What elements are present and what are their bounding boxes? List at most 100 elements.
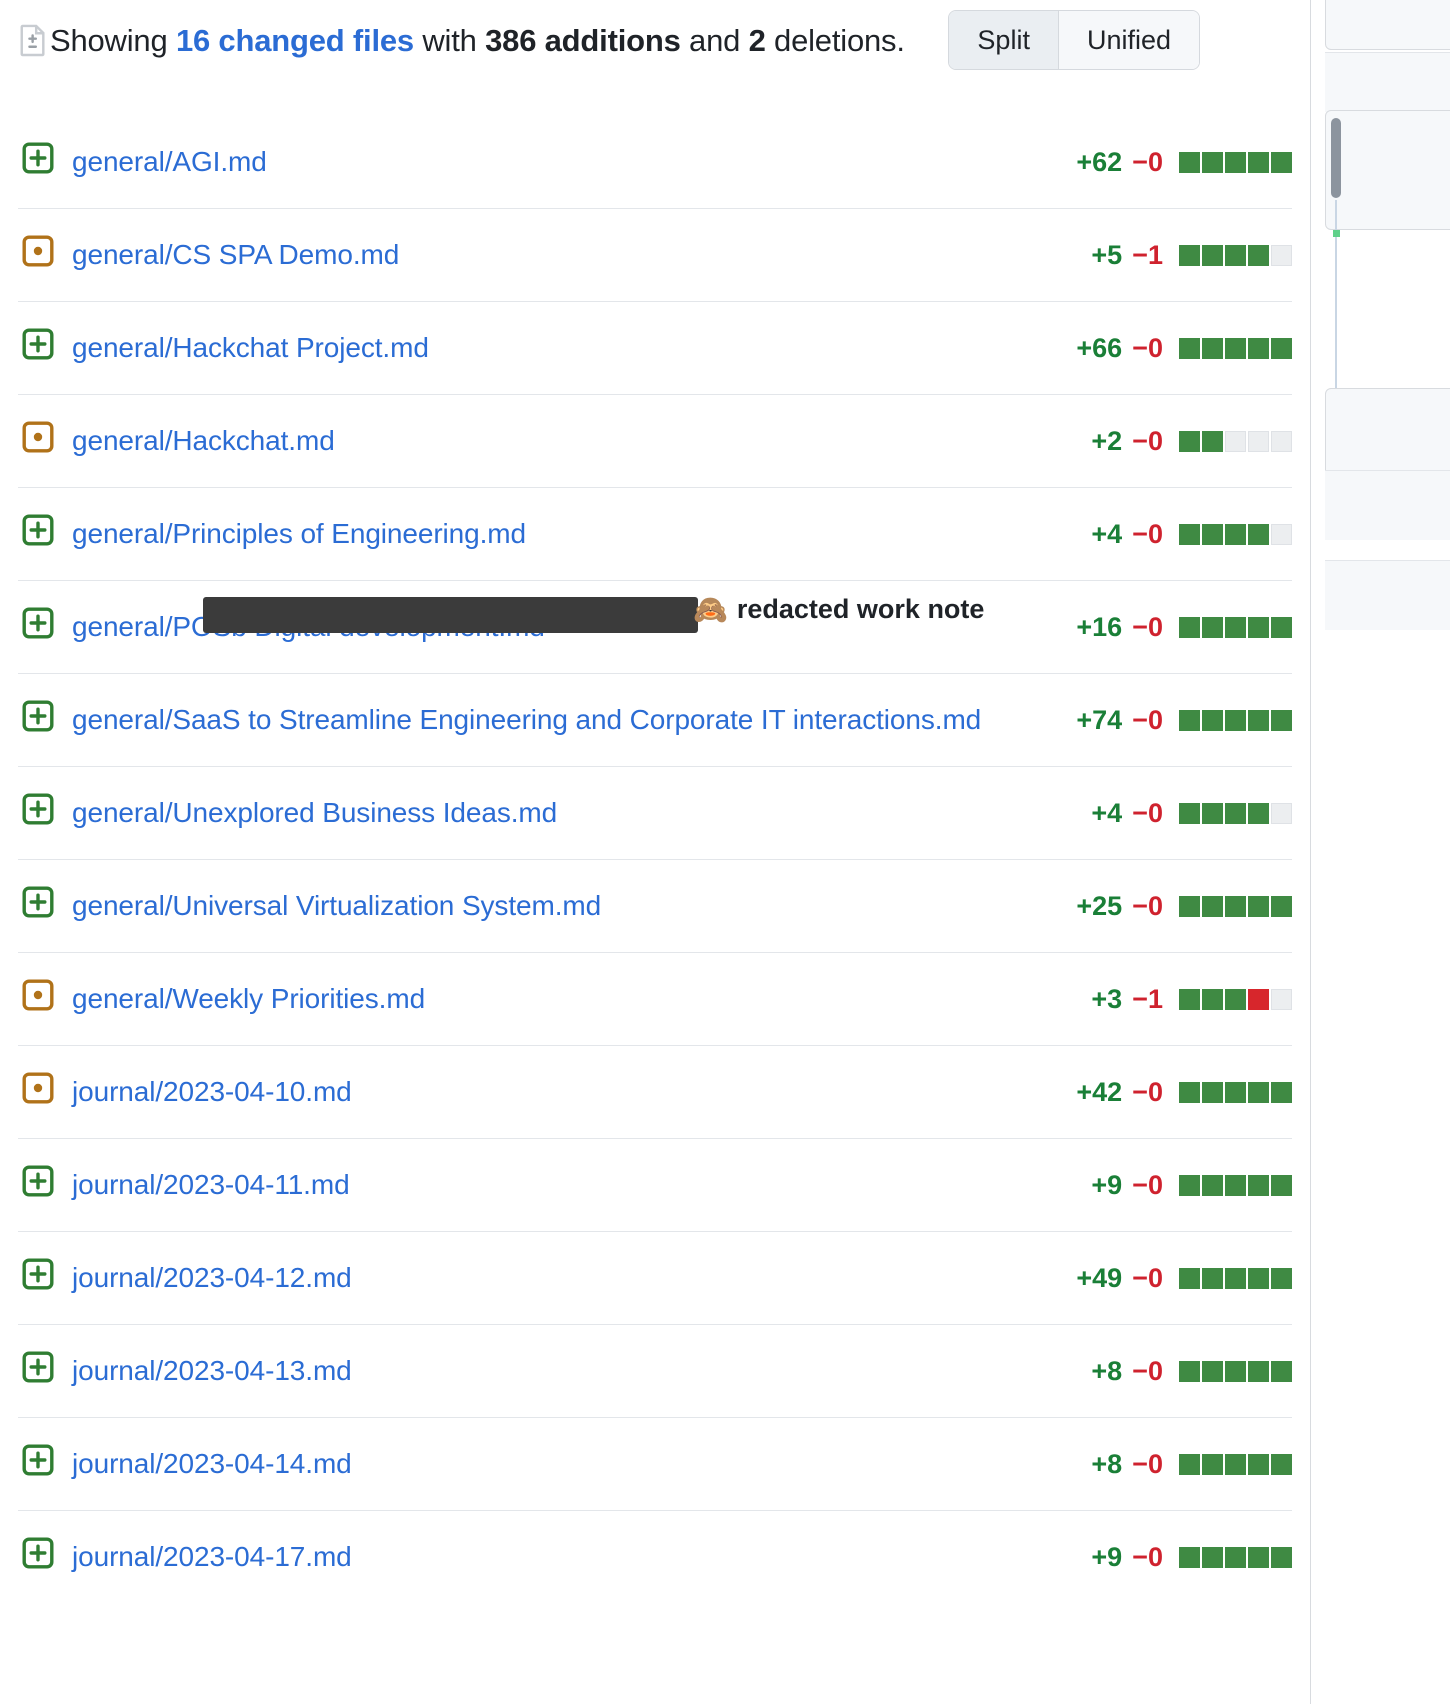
file-path-link[interactable]: general/Hackchat.md <box>72 417 1091 465</box>
changed-file-row[interactable]: journal/2023-04-12.md+49−0 <box>18 1231 1292 1324</box>
diffstat-block-added <box>1225 803 1246 824</box>
diffstat-deletions: −0 <box>1132 512 1163 556</box>
changed-file-row[interactable]: general/Weekly Priorities.md+3−1 <box>18 952 1292 1045</box>
diffstat-block-added <box>1179 338 1200 359</box>
file-path-link[interactable]: general/Unexplored Business Ideas.md <box>72 789 1091 837</box>
vertical-scrollbar-thumb[interactable] <box>1331 118 1341 198</box>
changed-file-row[interactable]: general/Hackchat Project.md+66−0 <box>18 301 1292 394</box>
diffstat-block-added <box>1225 152 1246 173</box>
file-path-link[interactable]: journal/2023-04-10.md <box>72 1068 1076 1116</box>
diffstat-block-added <box>1225 338 1246 359</box>
diff-column: Showing 16 changed files with 386 additi… <box>0 0 1310 1704</box>
file-path-link[interactable]: general/Weekly Priorities.md <box>72 975 1091 1023</box>
changed-file-row[interactable]: journal/2023-04-10.md+42−0 <box>18 1045 1292 1138</box>
changed-file-row[interactable]: journal/2023-04-17.md+9−0 <box>18 1510 1292 1603</box>
file-path-link[interactable]: journal/2023-04-17.md <box>72 1533 1091 1581</box>
file-path-link[interactable]: general/SaaS to Streamline Engineering a… <box>72 696 1076 744</box>
unified-view-button[interactable]: Unified <box>1058 11 1199 69</box>
summary-suffix: deletions. <box>766 23 905 58</box>
diffstat-block-added <box>1179 1268 1200 1289</box>
changed-file-row[interactable]: general/Unexplored Business Ideas.md+4−0 <box>18 766 1292 859</box>
summary-with: with <box>414 23 485 58</box>
right-panel-card-2 <box>1325 110 1450 230</box>
diffstat-additions: +16 <box>1076 605 1122 649</box>
diffstat-block-added <box>1225 524 1246 545</box>
diffstat-block-empty <box>1271 989 1292 1010</box>
diffstat-block-added <box>1248 1547 1269 1568</box>
file-modified-icon <box>22 979 54 1011</box>
file-path-link[interactable]: general/AGI.md <box>72 138 1076 186</box>
diffstat-block-added <box>1248 803 1269 824</box>
diffstat: +3−1 <box>1091 977 1292 1021</box>
file-path-link[interactable]: general/Principles of Engineering.md <box>72 510 1091 558</box>
diffstat-additions: +66 <box>1076 326 1122 370</box>
diffstat-block-added <box>1202 1175 1223 1196</box>
changed-file-row[interactable]: journal/2023-04-11.md+9−0 <box>18 1138 1292 1231</box>
changed-file-row[interactable]: general/AGI.md+62−0 <box>18 120 1292 208</box>
diffstat-additions: +8 <box>1091 1349 1122 1393</box>
diffstat: +4−0 <box>1091 512 1292 556</box>
diffstat-block-added <box>1271 152 1292 173</box>
diffstat-block-added <box>1225 1268 1246 1289</box>
file-path-link[interactable]: general/Universal Virtualization System.… <box>72 882 1076 930</box>
diffstat-block-empty <box>1271 524 1292 545</box>
diffstat-block-added <box>1179 710 1200 731</box>
changed-file-row[interactable]: general/SaaS to Streamline Engineering a… <box>18 673 1292 766</box>
diffstat-additions: +4 <box>1091 512 1122 556</box>
changed-file-row[interactable]: general/Universal Virtualization System.… <box>18 859 1292 952</box>
diffstat-block-added <box>1248 338 1269 359</box>
diffstat-block-added <box>1248 710 1269 731</box>
right-panel-card-3 <box>1325 388 1450 478</box>
diffstat-block-added <box>1225 1175 1246 1196</box>
diffstat-block-added <box>1225 710 1246 731</box>
diffstat-additions: +62 <box>1076 140 1122 184</box>
diffstat-deletions: −0 <box>1132 326 1163 370</box>
diffstat-block-added <box>1225 1454 1246 1475</box>
file-modified-icon <box>22 421 54 453</box>
diffstat-block-added <box>1202 617 1223 638</box>
diffstat-bar <box>1179 989 1292 1010</box>
file-path-link[interactable]: journal/2023-04-13.md <box>72 1347 1091 1395</box>
diffstat-block-added <box>1202 1082 1223 1103</box>
diffstat-deletions: −0 <box>1132 605 1163 649</box>
changed-file-row[interactable]: general/POSb Digital development.md+16−0… <box>18 580 1292 673</box>
split-view-button[interactable]: Split <box>949 11 1058 69</box>
diffstat-bar <box>1179 1361 1292 1382</box>
diffstat-block-added <box>1271 1547 1292 1568</box>
diffstat-block-added <box>1271 1175 1292 1196</box>
diff-view-toggle[interactable]: Split Unified <box>948 10 1200 70</box>
file-added-icon <box>22 607 54 639</box>
diffstat: +2−0 <box>1091 419 1292 463</box>
file-added-icon <box>22 1444 54 1476</box>
file-added-icon <box>22 793 54 825</box>
right-side-panel <box>1310 0 1450 1704</box>
diffstat-block-empty <box>1271 431 1292 452</box>
diffstat-bar <box>1179 152 1292 173</box>
changed-files-link[interactable]: 16 changed files <box>176 23 414 58</box>
file-added-icon <box>22 700 54 732</box>
diffstat-block-added <box>1271 617 1292 638</box>
diffstat-block-added <box>1179 431 1200 452</box>
changed-file-row[interactable]: journal/2023-04-14.md+8−0 <box>18 1417 1292 1510</box>
changed-file-row[interactable]: general/Principles of Engineering.md+4−0 <box>18 487 1292 580</box>
changed-file-row[interactable]: journal/2023-04-13.md+8−0 <box>18 1324 1292 1417</box>
file-path-link[interactable]: journal/2023-04-12.md <box>72 1254 1076 1302</box>
diffstat-block-added <box>1248 1082 1269 1103</box>
diffstat-block-added <box>1225 989 1246 1010</box>
diffstat: +8−0 <box>1091 1442 1292 1486</box>
diffstat-additions: +42 <box>1076 1070 1122 1114</box>
deletions-count: 2 <box>749 23 766 58</box>
file-path-link[interactable]: general/Hackchat Project.md <box>72 324 1076 372</box>
changed-file-row[interactable]: general/Hackchat.md+2−0 <box>18 394 1292 487</box>
diffstat-block-added <box>1179 617 1200 638</box>
diffstat: +4−0 <box>1091 791 1292 835</box>
diffstat-block-added <box>1248 1175 1269 1196</box>
right-panel-strip-3 <box>1325 560 1450 630</box>
diffstat-block-added <box>1248 1361 1269 1382</box>
file-path-link[interactable]: general/CS SPA Demo.md <box>72 231 1091 279</box>
file-path-link[interactable]: journal/2023-04-11.md <box>72 1161 1091 1209</box>
diffstat-additions: +9 <box>1091 1163 1122 1207</box>
file-path-link[interactable]: journal/2023-04-14.md <box>72 1440 1091 1488</box>
diffstat-block-added <box>1271 710 1292 731</box>
changed-file-row[interactable]: general/CS SPA Demo.md+5−1 <box>18 208 1292 301</box>
